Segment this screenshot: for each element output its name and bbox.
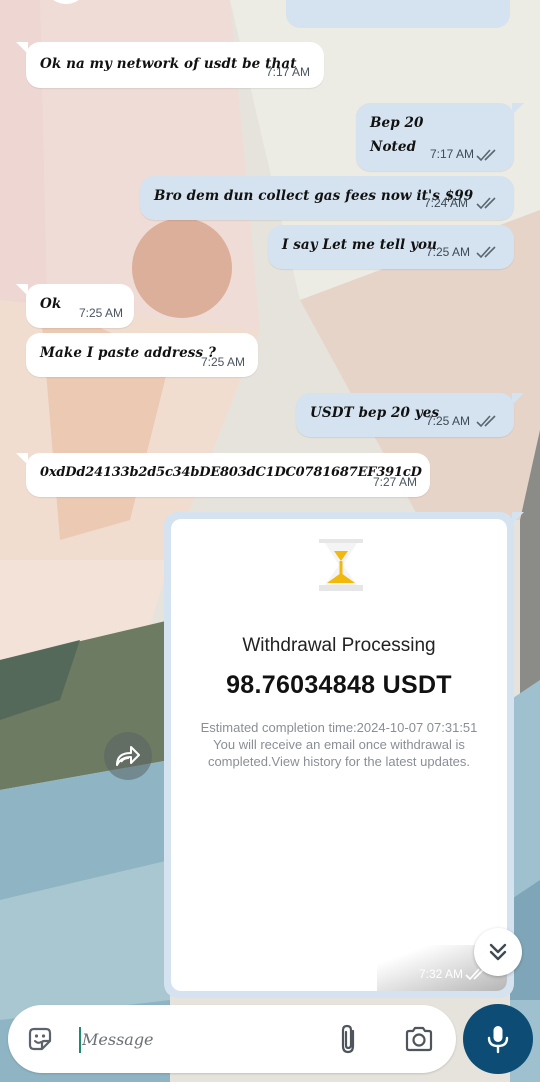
- message-time: 7:17 AM: [265, 65, 310, 79]
- bubble-tail: [16, 42, 28, 54]
- chat-area[interactable]: Ok na my network of usdt be that 7:17 AM…: [0, 0, 540, 1082]
- text-cursor: [79, 1027, 81, 1053]
- info-line: You will receive an email once withdrawa…: [213, 737, 465, 752]
- message-text: 0xdDd24133b2d5c34bDE803dC1DC0781687EF391…: [40, 465, 422, 480]
- message-outgoing[interactable]: Bep 20 Noted 7:17 AM: [356, 103, 514, 171]
- message-incoming[interactable]: Ok 7:25 AM: [26, 284, 134, 328]
- double-check-icon: [476, 197, 496, 210]
- message-incoming[interactable]: Make I paste address ? 7:25 AM: [26, 333, 258, 377]
- double-chevron-down-icon: [489, 943, 507, 961]
- message-text: I say Let me tell you: [282, 237, 438, 253]
- camera-icon[interactable]: [404, 1025, 434, 1053]
- bubble-tail: [512, 393, 524, 405]
- message-input-bar[interactable]: [8, 1005, 456, 1073]
- message-outgoing[interactable]: I say Let me tell you 7:25 AM: [268, 225, 514, 269]
- sticker-icon[interactable]: [26, 1025, 54, 1053]
- image-message[interactable]: Withdrawal Processing 98.76034848 USDT E…: [164, 512, 514, 998]
- bubble-tail: [512, 512, 524, 524]
- withdrawal-info: Estimated completion time:2024-10-07 07:…: [181, 719, 497, 770]
- message-time: 7:25 AM: [426, 245, 471, 259]
- message-text: Ok na my network of usdt be that: [40, 56, 297, 72]
- withdrawal-screenshot[interactable]: Withdrawal Processing 98.76034848 USDT E…: [171, 519, 507, 991]
- bubble-tail: [512, 103, 524, 115]
- info-line: completed.View history for the latest up…: [207, 754, 471, 769]
- message-time: 7:17 AM: [430, 147, 475, 161]
- double-check-icon: [476, 149, 496, 162]
- scroll-down-button[interactable]: [474, 928, 522, 976]
- message-text: Make I paste address ?: [40, 345, 216, 361]
- message-text-line1: Bep 20: [370, 115, 424, 131]
- message-text-line2: Noted: [370, 139, 417, 155]
- double-check-icon: [476, 246, 496, 259]
- message-time: 7:32 AM: [418, 967, 463, 981]
- message-outgoing[interactable]: Bro dem dun collect gas fees now it's $9…: [140, 176, 514, 220]
- top-avatar-partial: [44, 0, 88, 4]
- message-text: Ok: [40, 296, 62, 312]
- bubble-tail: [16, 453, 28, 465]
- withdrawal-title: Withdrawal Processing: [242, 635, 436, 656]
- paperclip-icon[interactable]: [336, 1023, 362, 1055]
- message-time: 7:25 AM: [201, 355, 246, 369]
- message-incoming[interactable]: Ok na my network of usdt be that 7:17 AM: [26, 42, 324, 88]
- message-time: 7:24 AM: [424, 196, 469, 210]
- double-check-icon: [476, 415, 496, 428]
- message-time: 7:25 AM: [79, 306, 124, 320]
- bubble-tail: [16, 284, 28, 296]
- info-line: Estimated completion time:2024-10-07 07:…: [200, 720, 478, 735]
- message-time: 7:25 AM: [426, 414, 471, 428]
- message-time: 7:27 AM: [373, 475, 418, 489]
- previous-message-partial[interactable]: [286, 0, 510, 28]
- forward-button[interactable]: [104, 732, 152, 780]
- message-outgoing[interactable]: USDT bep 20 yes 7:25 AM: [296, 393, 514, 437]
- hourglass-icon: [319, 539, 363, 591]
- message-input[interactable]: [82, 1025, 312, 1053]
- message-text: USDT bep 20 yes: [310, 405, 440, 421]
- forward-icon: [116, 746, 140, 766]
- message-incoming[interactable]: 0xdDd24133b2d5c34bDE803dC1DC0781687EF391…: [26, 453, 430, 497]
- withdrawal-amount: 98.76034848 USDT: [226, 671, 452, 699]
- voice-record-button[interactable]: [463, 1004, 533, 1074]
- microphone-icon: [487, 1026, 509, 1054]
